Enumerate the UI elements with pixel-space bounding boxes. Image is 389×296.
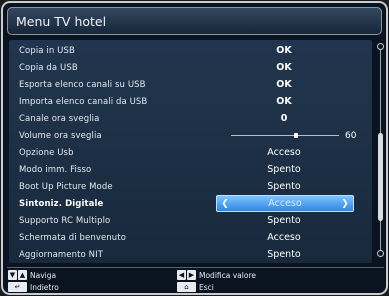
menu-row-copia-in-usb[interactable]: Copia in USB OK <box>15 42 370 59</box>
up-down-arrow-keys-icon: ▼ ▲ <box>8 270 27 280</box>
row-value: OK <box>276 96 292 107</box>
row-label: Schermata di benvenuto <box>19 232 127 243</box>
row-value: Spento <box>267 249 301 260</box>
menu-row-schermata-di-benvenuto[interactable]: Schermata di benvenuto Acceso <box>15 229 370 246</box>
chevron-right-icon[interactable]: ❯ <box>340 198 350 210</box>
footer-modify: ◀ ▶ Modifica valore <box>177 270 256 280</box>
menu-row-opzione-usb[interactable]: Opzione Usb Acceso <box>15 144 370 161</box>
menu-panel: Copia in USB OK Copia da USB OK Esporta … <box>9 40 372 263</box>
row-label: Aggiornamento NIT <box>19 249 103 260</box>
home-icon: ⌂ <box>177 282 196 292</box>
row-value: Acceso <box>267 147 301 158</box>
menu-row-volume-ora-sveglia[interactable]: Volume ora sveglia 60 <box>15 127 370 144</box>
row-label: Opzione Usb <box>19 147 74 158</box>
menu-row-modo-imm-fisso[interactable]: Modo imm. Fisso Spento <box>15 161 370 178</box>
volume-slider-knob[interactable] <box>293 133 298 138</box>
menu-row-importa-elenco-canali[interactable]: Importa elenco canali da USB OK <box>15 93 370 110</box>
row-value: OK <box>276 79 292 90</box>
row-label: Copia da USB <box>19 62 78 73</box>
row-label: Esporta elenco canali su USB <box>19 79 146 90</box>
menu-row-copia-da-usb[interactable]: Copia da USB OK <box>15 59 370 76</box>
value-selector[interactable]: ❮ Acceso ❯ <box>216 195 354 212</box>
modify-label: Modifica valore <box>199 270 256 280</box>
screen-frame: Menu TV hotel Copia in USB OK Copia da U… <box>1 1 388 295</box>
row-label: Modo imm. Fisso <box>19 164 92 175</box>
volume-value: 60 <box>345 130 357 141</box>
row-value: Spento <box>267 181 301 192</box>
menu-row-supporto-rc-multiplo[interactable]: Supporto RC Multiplo Spento <box>15 212 370 229</box>
menu-row-canale-ora-sveglia[interactable]: Canale ora sveglia 0 <box>15 110 370 127</box>
scroll-thumb[interactable] <box>378 133 383 221</box>
selector-value: Acceso <box>268 198 302 209</box>
navigate-label: Naviga <box>30 270 57 280</box>
scrollbar[interactable] <box>377 43 384 257</box>
menu-row-esporta-elenco-canali[interactable]: Esporta elenco canali su USB OK <box>15 76 370 93</box>
row-label: Supporto RC Multiplo <box>19 215 111 226</box>
row-label: Volume ora sveglia <box>19 130 102 141</box>
row-value: OK <box>276 62 292 73</box>
row-value: Spento <box>267 215 301 226</box>
row-label: Canale ora sveglia <box>19 113 100 124</box>
scroll-bottom-cap <box>377 250 384 257</box>
row-value: Spento <box>267 164 301 175</box>
title-bar: Menu TV hotel <box>7 7 382 35</box>
menu-row-boot-up-picture-mode[interactable]: Boot Up Picture Mode Spento <box>15 178 370 195</box>
back-label: Indietro <box>30 282 59 292</box>
menu-title: Menu TV hotel <box>16 13 107 29</box>
footer-exit: ⌂ Esci <box>177 282 214 292</box>
row-value: Acceso <box>267 232 301 243</box>
row-label: Copia in USB <box>19 45 75 56</box>
row-label: Importa elenco canali da USB <box>19 96 148 107</box>
left-right-arrow-keys-icon: ◀ ▶ <box>177 270 196 280</box>
menu-row-sintoniz-digitale[interactable]: Sintoniz. Digitale ❮ Acceso ❯ <box>15 195 370 212</box>
row-value: 0 <box>280 113 288 124</box>
footer-divider <box>7 267 384 268</box>
footer-back: ↵ Indietro <box>8 282 59 292</box>
row-label: Boot Up Picture Mode <box>19 181 113 192</box>
footer-navigate: ▼ ▲ Naviga <box>8 270 56 280</box>
exit-label: Esci <box>199 282 214 292</box>
menu-row-aggiornamento-nit[interactable]: Aggiornamento NIT Spento <box>15 246 370 263</box>
back-return-icon: ↵ <box>8 282 27 292</box>
row-label: Sintoniz. Digitale <box>19 198 104 209</box>
volume-slider[interactable] <box>231 133 339 138</box>
scroll-top-cap <box>377 43 384 50</box>
row-value: OK <box>276 45 292 56</box>
